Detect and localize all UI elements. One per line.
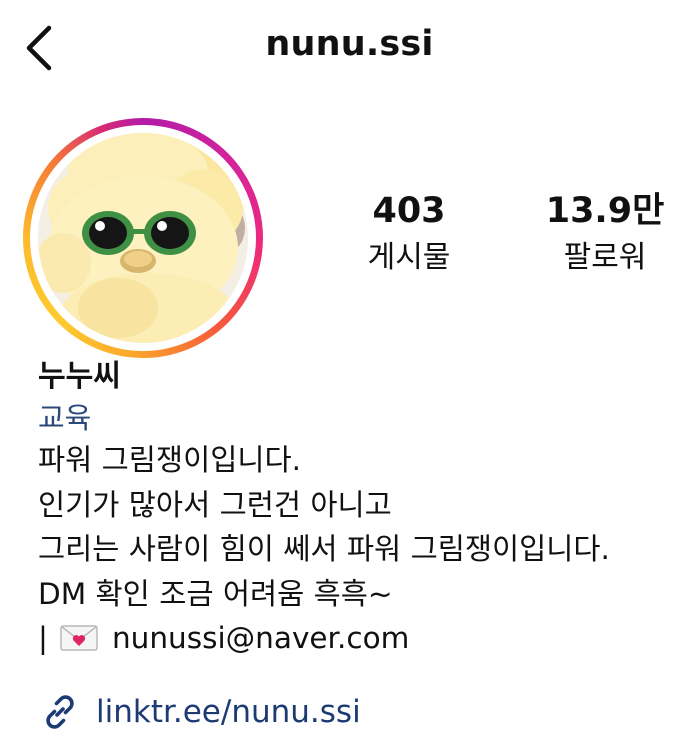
profile-username: nunu.ssi <box>265 24 434 64</box>
bio-line: 파워 그림쟁이입니다. <box>38 443 302 477</box>
display-name: 누누씨 <box>38 359 121 394</box>
link-icon <box>46 695 74 729</box>
email-text: nunussi@naver.com <box>111 621 410 655</box>
posts-count: 403 <box>372 191 446 231</box>
bio-line: DM 확인 조금 어려움 흑흑~ <box>38 576 393 611</box>
posts-label: 게시물 <box>367 240 451 275</box>
email-line: | nunussi@naver.com <box>38 616 688 661</box>
profile-bio: 누누씨 교육 파워 그림쟁이입니다. 인기가 많아서 그런건 아니고 그리는 사… <box>38 356 688 661</box>
followers-label: 팔로워 <box>563 240 647 275</box>
pipe-separator: | <box>38 621 48 655</box>
avatar-illustration <box>38 133 248 343</box>
followers-count: 13.9만 <box>545 191 665 231</box>
stat-followers[interactable]: 13.9만 팔로워 <box>530 188 680 278</box>
love-letter-icon <box>60 625 98 651</box>
story-ring[interactable] <box>23 118 263 358</box>
profile-header: nunu.ssi <box>0 0 699 96</box>
category-label: 교육 <box>38 401 92 435</box>
stat-posts[interactable]: 403 게시물 <box>350 188 468 278</box>
bio-line: 그리는 사람이 힘이 쎄서 파워 그림쟁이입니다. <box>38 532 610 566</box>
link-url[interactable]: linktr.ee/nunu.ssi <box>96 694 361 730</box>
bio-line: 인기가 많아서 그런건 아니고 <box>38 487 392 522</box>
avatar[interactable] <box>38 133 248 343</box>
profile-link[interactable]: linktr.ee/nunu.ssi <box>38 688 361 736</box>
